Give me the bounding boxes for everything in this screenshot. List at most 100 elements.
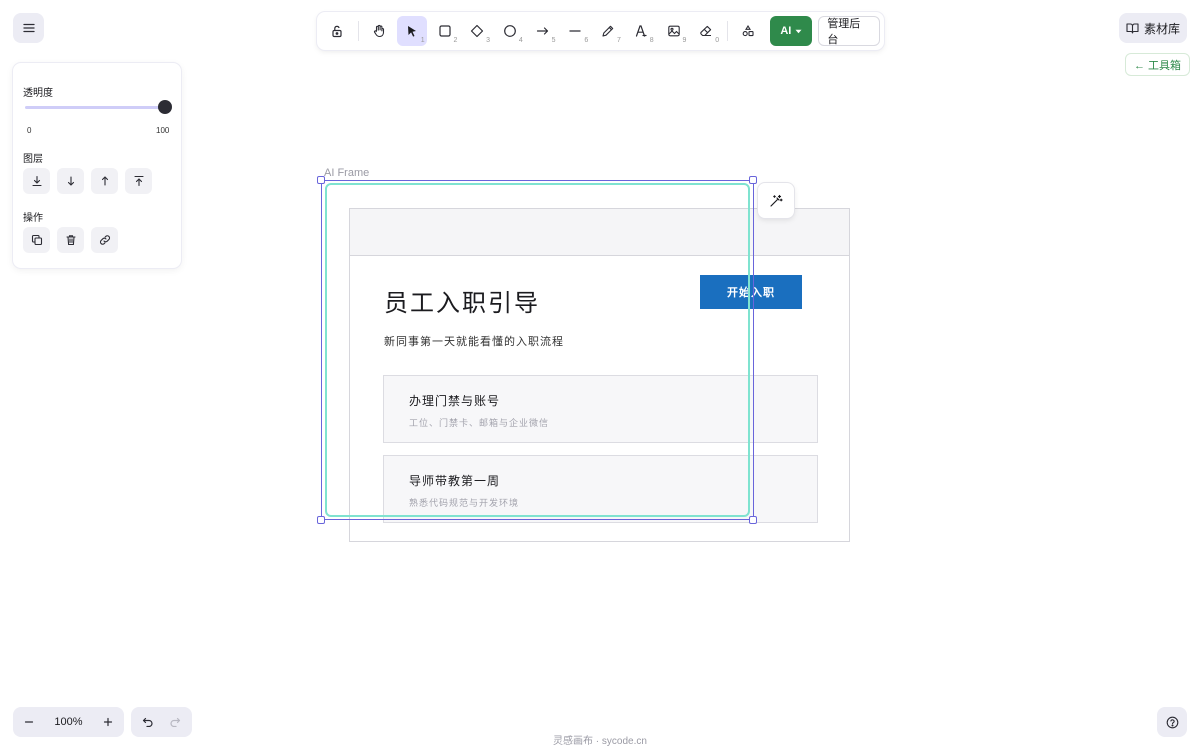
- properties-panel: 透明度 0 100 图层 操作: [13, 63, 181, 268]
- lock-icon: [332, 25, 342, 38]
- lock-tool-button[interactable]: [323, 16, 353, 46]
- tool-shortcut-number: 2: [453, 37, 458, 44]
- arrow-tool-button[interactable]: 5: [528, 16, 558, 46]
- shapes-library-icon: [742, 24, 754, 37]
- minus-icon: [24, 721, 34, 723]
- duplicate-button[interactable]: [23, 227, 50, 253]
- caret-down-icon: [795, 29, 802, 33]
- actions-label: 操作: [23, 213, 43, 224]
- zoom-out-button[interactable]: [19, 712, 39, 732]
- action-controls: [23, 227, 118, 253]
- bring-to-front-button[interactable]: [125, 168, 152, 194]
- link-icon: [99, 235, 110, 245]
- send-backward-button[interactable]: [57, 168, 84, 194]
- eraser-tool-button[interactable]: 0: [691, 16, 721, 46]
- tool-shortcut-number: 4: [518, 37, 523, 44]
- line-tool-button[interactable]: 6: [561, 16, 591, 46]
- mockup-card[interactable]: 办理门禁与账号 工位、门禁卡、邮箱与企业微信: [383, 375, 818, 443]
- tool-shortcut-number: 7: [617, 37, 621, 44]
- tool-shortcut-number: 9: [682, 37, 687, 44]
- layers-label: 图层: [23, 154, 43, 165]
- bring-forward-button[interactable]: [91, 168, 118, 194]
- arrow-icon: [536, 27, 548, 35]
- rectangle-tool-button[interactable]: 2: [430, 16, 460, 46]
- toolbox-button[interactable]: ← 工具箱: [1125, 53, 1190, 76]
- text-tool-button[interactable]: 8: [626, 16, 656, 46]
- delete-icon: [65, 235, 76, 246]
- redo-button[interactable]: [164, 711, 186, 733]
- zoom-in-button[interactable]: [98, 712, 118, 732]
- tool-shortcut-number: 8: [649, 37, 654, 44]
- drawing-toolbar: 1 2 3 4 5 6 7 8 9 0 AI 管理后台: [317, 12, 884, 50]
- magic-wand-icon: [770, 194, 783, 207]
- link-button[interactable]: [91, 227, 118, 253]
- frame-label: AI Frame: [324, 167, 370, 179]
- duplicate-icon: [31, 234, 42, 246]
- toolbar-divider: [726, 21, 728, 41]
- diamond-icon: [471, 24, 484, 38]
- tool-shortcut-number: 6: [584, 37, 589, 44]
- layer-controls: [23, 168, 152, 194]
- toolbar-divider: [357, 21, 359, 41]
- mockup-subtitle: 新同事第一天就能看懂的入职流程: [384, 335, 564, 348]
- opacity-slider-thumb[interactable]: [158, 100, 172, 114]
- onboarding-mockup[interactable]: 员工入职引导 开始入职 新同事第一天就能看懂的入职流程 办理门禁与账号 工位、门…: [349, 208, 850, 542]
- diamond-tool-button[interactable]: 3: [462, 16, 492, 46]
- eraser-icon: [700, 25, 712, 37]
- zoom-level[interactable]: 100%: [54, 716, 82, 728]
- text-icon: [635, 25, 647, 37]
- admin-console-button[interactable]: 管理后台: [818, 16, 880, 46]
- send-to-back-icon: [31, 175, 42, 187]
- ai-magic-button[interactable]: [758, 183, 794, 218]
- resize-handle-bottom-left[interactable]: [317, 516, 325, 524]
- mockup-card-title: 导师带教第一周: [409, 474, 501, 488]
- redo-icon: [170, 717, 180, 727]
- opacity-max-value: 100: [156, 126, 170, 135]
- undo-icon: [143, 717, 153, 727]
- tool-shortcut-number: 1: [420, 37, 425, 44]
- bring-forward-icon: [101, 176, 108, 186]
- library-label: 素材库: [1143, 21, 1180, 36]
- tool-shortcut-number: 3: [486, 37, 491, 44]
- pointer-icon: [407, 26, 416, 37]
- start-onboarding-button[interactable]: 开始入职: [700, 275, 802, 309]
- hand-tool-button[interactable]: [364, 16, 394, 46]
- mockup-card-desc: 工位、门禁卡、邮箱与企业微信: [409, 419, 550, 429]
- image-tool-button[interactable]: 9: [659, 16, 689, 46]
- rectangle-icon: [438, 25, 451, 37]
- book-open-icon: [1126, 23, 1139, 34]
- delete-button[interactable]: [57, 227, 84, 253]
- ai-button-label: AI: [780, 25, 792, 37]
- resize-handle-bottom-right[interactable]: [749, 516, 757, 524]
- mockup-title: 员工入职引导: [384, 289, 540, 317]
- send-to-back-button[interactable]: [23, 168, 50, 194]
- plus-icon: [103, 717, 113, 727]
- selection-tool-button[interactable]: 1: [396, 16, 427, 46]
- hand-icon: [374, 24, 385, 38]
- help-icon: [1166, 716, 1178, 728]
- shapes-library-tool-button[interactable]: [733, 16, 763, 46]
- library-button[interactable]: 素材库: [1119, 13, 1187, 43]
- tool-shortcut-number: 0: [715, 37, 720, 44]
- line-icon: [569, 30, 582, 32]
- main-menu-button[interactable]: [13, 13, 44, 43]
- hamburger-icon: [22, 23, 35, 33]
- pencil-icon: [602, 25, 614, 37]
- resize-handle-top-right[interactable]: [749, 176, 757, 184]
- resize-handle-top-left[interactable]: [317, 176, 325, 184]
- ai-dropdown-button[interactable]: AI: [770, 16, 813, 46]
- help-button[interactable]: [1157, 707, 1187, 737]
- opacity-min-value: 0: [27, 126, 32, 135]
- footer-credit: 灵感画布 · sycode.cn: [553, 736, 647, 747]
- undo-button[interactable]: [137, 711, 159, 733]
- tool-shortcut-number: 5: [551, 37, 556, 44]
- send-backward-icon: [67, 176, 74, 186]
- image-icon: [667, 25, 680, 37]
- mockup-card[interactable]: 导师带教第一周 熟悉代码规范与开发环境: [383, 455, 818, 523]
- mockup-card-title: 办理门禁与账号: [409, 394, 501, 408]
- ellipse-tool-button[interactable]: 4: [495, 16, 525, 46]
- mockup-card-desc: 熟悉代码规范与开发环境: [409, 499, 520, 509]
- opacity-label: 透明度: [23, 88, 53, 99]
- pencil-tool-button[interactable]: 7: [593, 16, 623, 46]
- opacity-slider-track[interactable]: [25, 106, 165, 109]
